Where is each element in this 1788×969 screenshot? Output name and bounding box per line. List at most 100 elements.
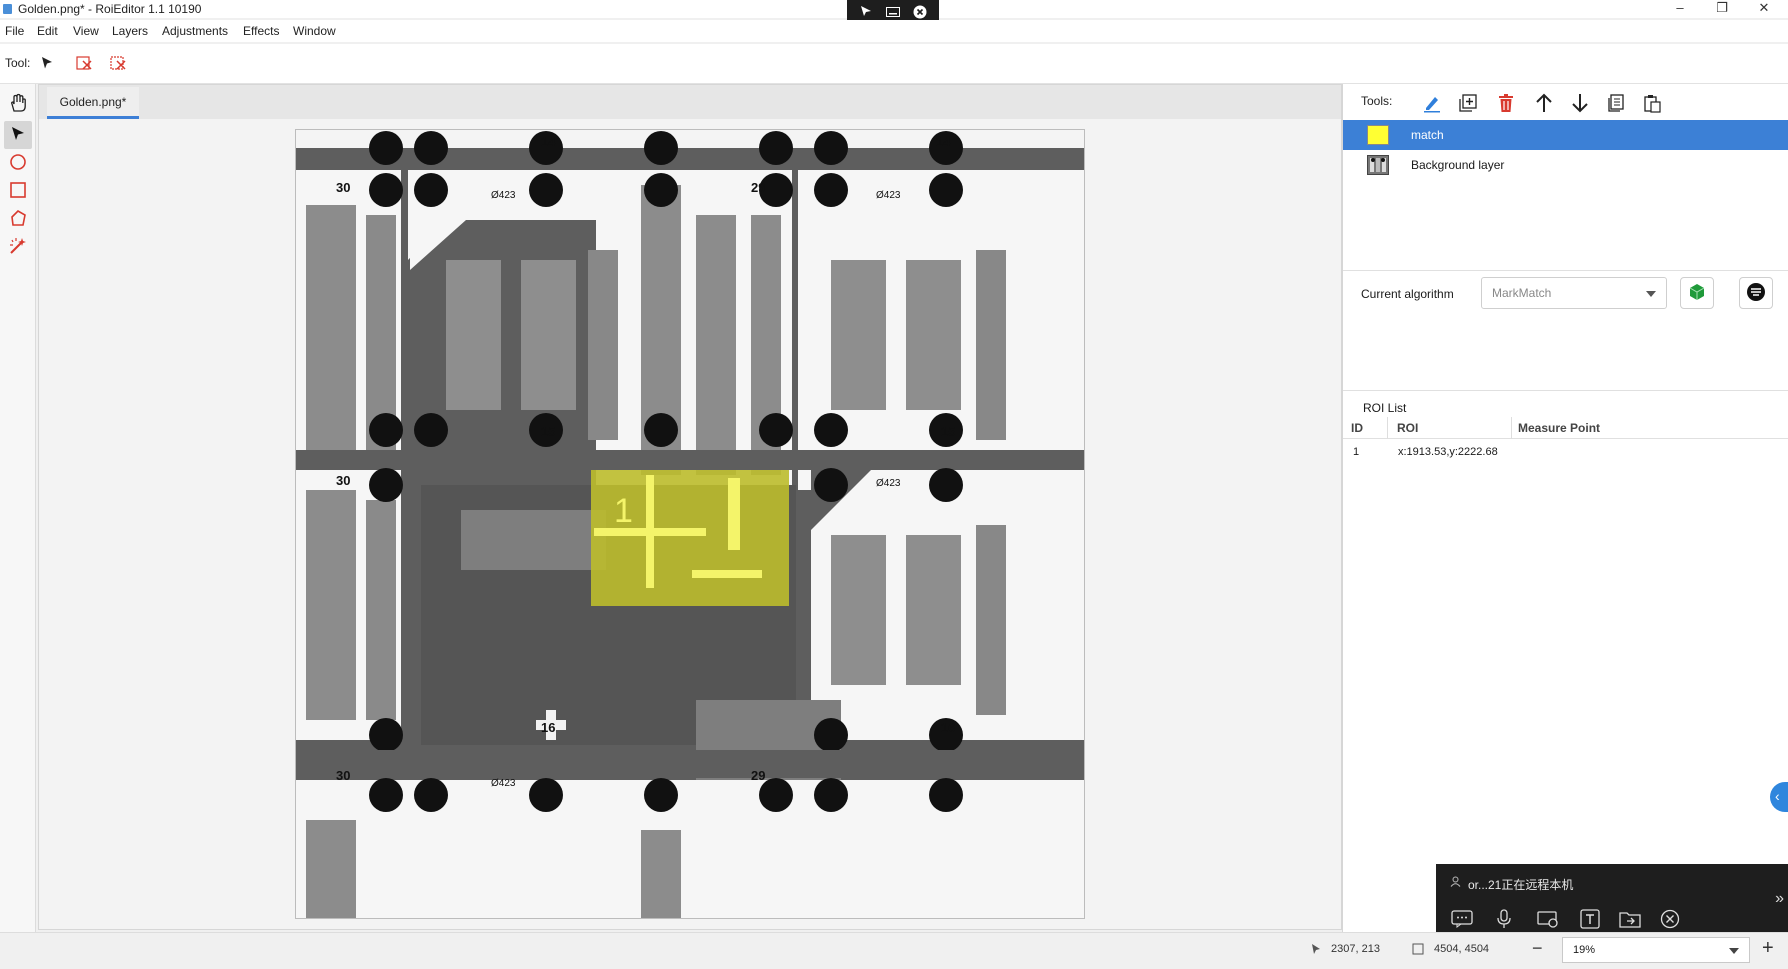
circle-tool[interactable] [4,149,32,177]
paste-layer-icon[interactable] [1639,90,1665,116]
image-label: 1 [614,492,633,530]
chevron-double-right-icon[interactable]: » [1775,890,1784,908]
pointer-icon[interactable] [857,5,875,21]
arrow-down-icon[interactable] [1567,90,1593,116]
magic-wand-tool[interactable] [4,233,32,261]
file-transfer-icon[interactable] [1618,908,1642,930]
tool-options-bar: Tool: [0,44,1788,84]
rectangle-tool[interactable] [4,177,32,205]
menu-window[interactable]: Window [293,24,336,38]
chevron-down-icon [1646,291,1656,297]
select-tool[interactable] [4,121,32,149]
clear-selection-icon[interactable] [110,54,128,75]
hand-tool[interactable] [4,90,32,118]
image-label: 14 [541,134,556,149]
layer-name: Background layer [1411,158,1505,172]
layer-tools-row: Tools: [1343,84,1788,120]
image-label: Ø423 [491,778,516,789]
app-icon [3,4,12,14]
roi-col-roi[interactable]: ROI [1397,421,1418,435]
menu-effects[interactable]: Effects [243,24,279,38]
rectangle-icon [9,181,27,202]
close-circle-icon[interactable] [1658,908,1682,930]
image-label: 16 [541,720,555,735]
roi-coords: x:1913.53,y:2222.68 [1398,446,1498,458]
remote-status-text: or...21正在远程本机 [1468,878,1574,892]
menu-file[interactable]: File [5,24,24,38]
circle-icon [9,153,27,174]
close-circle-icon[interactable] [911,5,929,21]
copy-layer-icon[interactable] [1603,90,1629,116]
arrow-cursor-icon [10,126,26,145]
menu-adjustments[interactable]: Adjustments [162,24,228,38]
image-label: 30 [336,473,350,488]
document-tabbar: Golden.png* [39,85,1341,119]
minimize-button[interactable]: – [1660,0,1700,18]
menu-edit[interactable]: Edit [37,24,58,38]
image-label: Ø423 [876,190,901,201]
add-layer-icon[interactable] [1455,90,1481,116]
layer-name: match [1411,128,1444,142]
menu-view[interactable]: View [73,24,99,38]
right-panel: Tools: match Background layer Current al… [1342,84,1788,932]
green-cube-icon [1688,283,1706,304]
settings-list-icon [1746,282,1766,305]
close-button[interactable]: ✕ [1744,0,1784,18]
chevron-left-icon: ‹ [1775,788,1780,804]
layer-color-swatch [1367,125,1389,145]
text-icon[interactable] [1578,908,1602,930]
match-roi[interactable]: 1 [591,470,789,606]
menu-layers[interactable]: Layers [112,24,148,38]
roi-id: 1 [1353,446,1360,458]
image-label: 16 [941,720,955,735]
chevron-down-icon [1729,948,1739,954]
status-bar: 2307, 213 4504, 4504 − 19% + [0,932,1788,969]
zoom-select[interactable]: 19% [1562,937,1750,963]
keyboard-icon[interactable] [884,5,902,21]
chat-icon[interactable] [1450,908,1474,930]
table-row[interactable]: 1 x:1913.53,y:2222.68 [1343,441,1788,463]
delete-layer-icon[interactable] [1493,90,1519,116]
roi-col-id[interactable]: ID [1351,421,1363,435]
document-area: Golden.png* 14 14 30 29 Ø423 Ø423 15 15 … [38,84,1342,930]
edit-layer-icon[interactable] [1419,90,1445,116]
polygon-tool[interactable] [4,205,32,233]
window-title: Golden.png* - RoiEditor 1.1 10190 [18,2,202,16]
zoom-in-button[interactable]: + [1762,937,1774,960]
roi-list: ROI List ID ROI Measure Point 1 x:1913.5… [1343,390,1788,930]
algorithm-label: Current algorithm [1361,287,1454,301]
image-size: 4504, 4504 [1434,943,1490,955]
settings-icon[interactable] [1536,908,1560,930]
delete-selection-icon[interactable] [76,54,94,75]
image-label: 29 [751,180,765,195]
algorithm-row: Current algorithm MarkMatch [1343,270,1788,316]
image-label: 15 [941,424,955,439]
microphone-icon[interactable] [1492,908,1516,930]
remote-control-popup: or...21正在远程本机 » [1436,864,1788,940]
hand-icon [8,93,28,116]
roi-list-title: ROI List [1363,401,1407,415]
magic-wand-icon [8,236,28,259]
run-algorithm-button[interactable] [1680,277,1714,309]
image-label: 30 [336,768,350,783]
algorithm-settings-button[interactable] [1739,277,1773,309]
layer-item-match[interactable]: match [1343,120,1788,150]
image-label: Ø423 [876,478,901,489]
polygon-icon [9,209,27,230]
cursor-position: 2307, 213 [1331,943,1380,955]
algorithm-select[interactable]: MarkMatch [1481,277,1667,309]
restore-button[interactable]: ❐ [1702,0,1742,18]
person-icon [1450,876,1461,890]
tab-golden-png[interactable]: Golden.png* [47,87,139,119]
image-label: 29 [751,768,765,783]
image-canvas[interactable]: 14 14 30 29 Ø423 Ø423 15 15 30 16 16 30 … [295,129,1085,919]
roi-col-measure-point[interactable]: Measure Point [1518,421,1600,435]
algorithm-value: MarkMatch [1492,286,1552,300]
image-label: 15 [541,424,555,439]
image-label: 30 [336,180,350,195]
arrow-cursor-icon[interactable] [40,56,54,73]
arrow-up-icon[interactable] [1531,90,1557,116]
layer-item-background[interactable]: Background layer [1343,150,1788,180]
zoom-out-button[interactable]: − [1532,938,1543,959]
tool-label: Tool: [5,56,31,70]
